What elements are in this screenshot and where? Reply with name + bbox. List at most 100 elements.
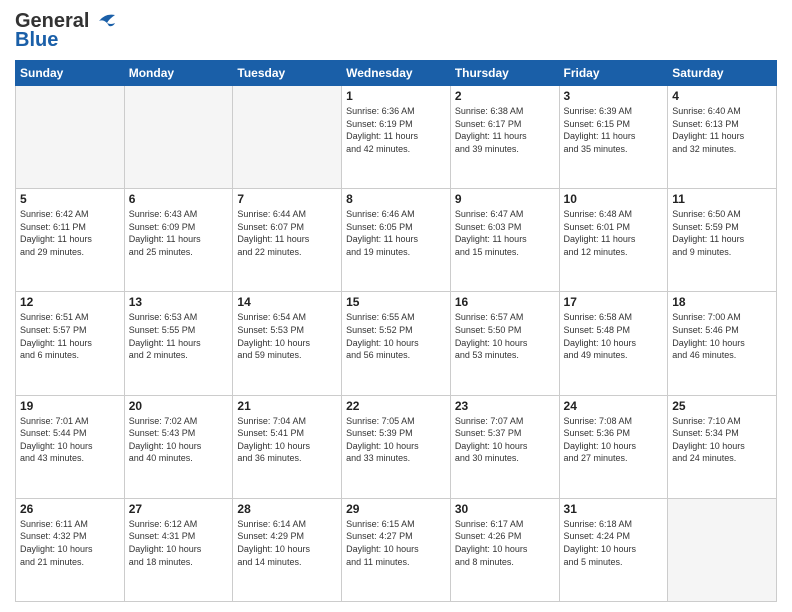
day-info: Sunrise: 6:12 AM Sunset: 4:31 PM Dayligh… [129,518,229,568]
weekday-header-monday: Monday [124,61,233,86]
weekday-header-thursday: Thursday [450,61,559,86]
day-number: 15 [346,295,446,309]
day-number: 10 [564,192,664,206]
day-info: Sunrise: 6:44 AM Sunset: 6:07 PM Dayligh… [237,208,337,258]
calendar-cell: 22 Sunrise: 7:05 AM Sunset: 5:39 PM Dayli… [342,395,451,498]
calendar-cell: 4 Sunrise: 6:40 AM Sunset: 6:13 PM Daylig… [668,86,777,189]
day-info: Sunrise: 6:40 AM Sunset: 6:13 PM Dayligh… [672,105,772,155]
calendar-cell: 24 Sunrise: 7:08 AM Sunset: 5:36 PM Dayli… [559,395,668,498]
page-container: General Blue SundayMondayTuesdayWednesda… [0,0,792,612]
day-info: Sunrise: 6:46 AM Sunset: 6:05 PM Dayligh… [346,208,446,258]
calendar-week-1: 1 Sunrise: 6:36 AM Sunset: 6:19 PM Daylig… [16,86,777,189]
day-info: Sunrise: 6:39 AM Sunset: 6:15 PM Dayligh… [564,105,664,155]
day-info: Sunrise: 6:14 AM Sunset: 4:29 PM Dayligh… [237,518,337,568]
day-number: 14 [237,295,337,309]
day-number: 6 [129,192,229,206]
calendar-cell: 9 Sunrise: 6:47 AM Sunset: 6:03 PM Daylig… [450,189,559,292]
day-number: 2 [455,89,555,103]
day-number: 9 [455,192,555,206]
day-info: Sunrise: 6:38 AM Sunset: 6:17 PM Dayligh… [455,105,555,155]
calendar-cell: 5 Sunrise: 6:42 AM Sunset: 6:11 PM Daylig… [16,189,125,292]
day-number: 22 [346,399,446,413]
calendar-cell: 18 Sunrise: 7:00 AM Sunset: 5:46 PM Dayli… [668,292,777,395]
weekday-header-tuesday: Tuesday [233,61,342,86]
day-number: 4 [672,89,772,103]
calendar-cell: 29Sunrise: 6:15 AM Sunset: 4:27 PM Dayli… [342,498,451,601]
calendar-table: SundayMondayTuesdayWednesdayThursdayFrid… [15,60,777,602]
calendar-cell: 31Sunrise: 6:18 AM Sunset: 4:24 PM Dayli… [559,498,668,601]
day-info: Sunrise: 7:05 AM Sunset: 5:39 PM Dayligh… [346,415,446,465]
day-info: Sunrise: 6:47 AM Sunset: 6:03 PM Dayligh… [455,208,555,258]
calendar-cell: 20Sunrise: 7:02 AM Sunset: 5:43 PM Dayli… [124,395,233,498]
calendar-week-3: 12 Sunrise: 6:51 AM Sunset: 5:57 PM Dayli… [16,292,777,395]
day-number: 1 [346,89,446,103]
calendar-week-4: 19Sunrise: 7:01 AM Sunset: 5:44 PM Dayli… [16,395,777,498]
day-info: Sunrise: 6:55 AM Sunset: 5:52 PM Dayligh… [346,311,446,361]
day-number: 19 [20,399,120,413]
weekday-header-friday: Friday [559,61,668,86]
day-info: Sunrise: 6:53 AM Sunset: 5:55 PM Dayligh… [129,311,229,361]
logo-blue-text: Blue [15,29,58,52]
weekday-header-row: SundayMondayTuesdayWednesdayThursdayFrid… [16,61,777,86]
day-info: Sunrise: 6:18 AM Sunset: 4:24 PM Dayligh… [564,518,664,568]
day-number: 27 [129,502,229,516]
day-info: Sunrise: 6:57 AM Sunset: 5:50 PM Dayligh… [455,311,555,361]
day-info: Sunrise: 7:10 AM Sunset: 5:34 PM Dayligh… [672,415,772,465]
day-number: 24 [564,399,664,413]
day-number: 26 [20,502,120,516]
calendar-cell [124,86,233,189]
header: General Blue [15,10,777,52]
calendar-cell [16,86,125,189]
weekday-header-wednesday: Wednesday [342,61,451,86]
day-number: 16 [455,295,555,309]
calendar-cell: 16 Sunrise: 6:57 AM Sunset: 5:50 PM Dayli… [450,292,559,395]
day-info: Sunrise: 7:04 AM Sunset: 5:41 PM Dayligh… [237,415,337,465]
day-number: 23 [455,399,555,413]
day-info: Sunrise: 7:08 AM Sunset: 5:36 PM Dayligh… [564,415,664,465]
calendar-cell [668,498,777,601]
day-number: 21 [237,399,337,413]
weekday-header-saturday: Saturday [668,61,777,86]
weekday-header-sunday: Sunday [16,61,125,86]
day-info: Sunrise: 6:11 AM Sunset: 4:32 PM Dayligh… [20,518,120,568]
calendar-cell: 15 Sunrise: 6:55 AM Sunset: 5:52 PM Dayli… [342,292,451,395]
day-number: 12 [20,295,120,309]
day-info: Sunrise: 6:48 AM Sunset: 6:01 PM Dayligh… [564,208,664,258]
calendar-cell: 23 Sunrise: 7:07 AM Sunset: 5:37 PM Dayli… [450,395,559,498]
day-number: 20 [129,399,229,413]
calendar-cell: 8Sunrise: 6:46 AM Sunset: 6:05 PM Daylig… [342,189,451,292]
day-number: 30 [455,502,555,516]
calendar-cell: 27 Sunrise: 6:12 AM Sunset: 4:31 PM Dayli… [124,498,233,601]
day-info: Sunrise: 6:43 AM Sunset: 6:09 PM Dayligh… [129,208,229,258]
day-number: 11 [672,192,772,206]
day-number: 28 [237,502,337,516]
calendar-cell: 21 Sunrise: 7:04 AM Sunset: 5:41 PM Dayli… [233,395,342,498]
day-info: Sunrise: 7:00 AM Sunset: 5:46 PM Dayligh… [672,311,772,361]
calendar-cell: 2 Sunrise: 6:38 AM Sunset: 6:17 PM Daylig… [450,86,559,189]
day-info: Sunrise: 6:36 AM Sunset: 6:19 PM Dayligh… [346,105,446,155]
day-info: Sunrise: 7:07 AM Sunset: 5:37 PM Dayligh… [455,415,555,465]
calendar-cell: 10 Sunrise: 6:48 AM Sunset: 6:01 PM Dayli… [559,189,668,292]
calendar-cell: 11 Sunrise: 6:50 AM Sunset: 5:59 PM Dayli… [668,189,777,292]
calendar-cell: 26 Sunrise: 6:11 AM Sunset: 4:32 PM Dayli… [16,498,125,601]
day-number: 7 [237,192,337,206]
calendar-cell: 14 Sunrise: 6:54 AM Sunset: 5:53 PM Dayli… [233,292,342,395]
calendar-cell: 13 Sunrise: 6:53 AM Sunset: 5:55 PM Dayli… [124,292,233,395]
day-info: Sunrise: 6:51 AM Sunset: 5:57 PM Dayligh… [20,311,120,361]
day-info: Sunrise: 6:50 AM Sunset: 5:59 PM Dayligh… [672,208,772,258]
calendar-cell: 1 Sunrise: 6:36 AM Sunset: 6:19 PM Daylig… [342,86,451,189]
day-number: 17 [564,295,664,309]
calendar-cell: 7 Sunrise: 6:44 AM Sunset: 6:07 PM Daylig… [233,189,342,292]
calendar-cell: 19Sunrise: 7:01 AM Sunset: 5:44 PM Dayli… [16,395,125,498]
calendar-cell: 6 Sunrise: 6:43 AM Sunset: 6:09 PM Daylig… [124,189,233,292]
day-number: 18 [672,295,772,309]
calendar-cell: 17Sunrise: 6:58 AM Sunset: 5:48 PM Dayli… [559,292,668,395]
logo: General Blue [15,10,117,52]
calendar-cell: 30Sunrise: 6:17 AM Sunset: 4:26 PM Dayli… [450,498,559,601]
day-info: Sunrise: 6:42 AM Sunset: 6:11 PM Dayligh… [20,208,120,258]
calendar-cell: 28 Sunrise: 6:14 AM Sunset: 4:29 PM Dayli… [233,498,342,601]
day-info: Sunrise: 6:54 AM Sunset: 5:53 PM Dayligh… [237,311,337,361]
day-number: 13 [129,295,229,309]
day-number: 5 [20,192,120,206]
calendar-cell: 12 Sunrise: 6:51 AM Sunset: 5:57 PM Dayli… [16,292,125,395]
